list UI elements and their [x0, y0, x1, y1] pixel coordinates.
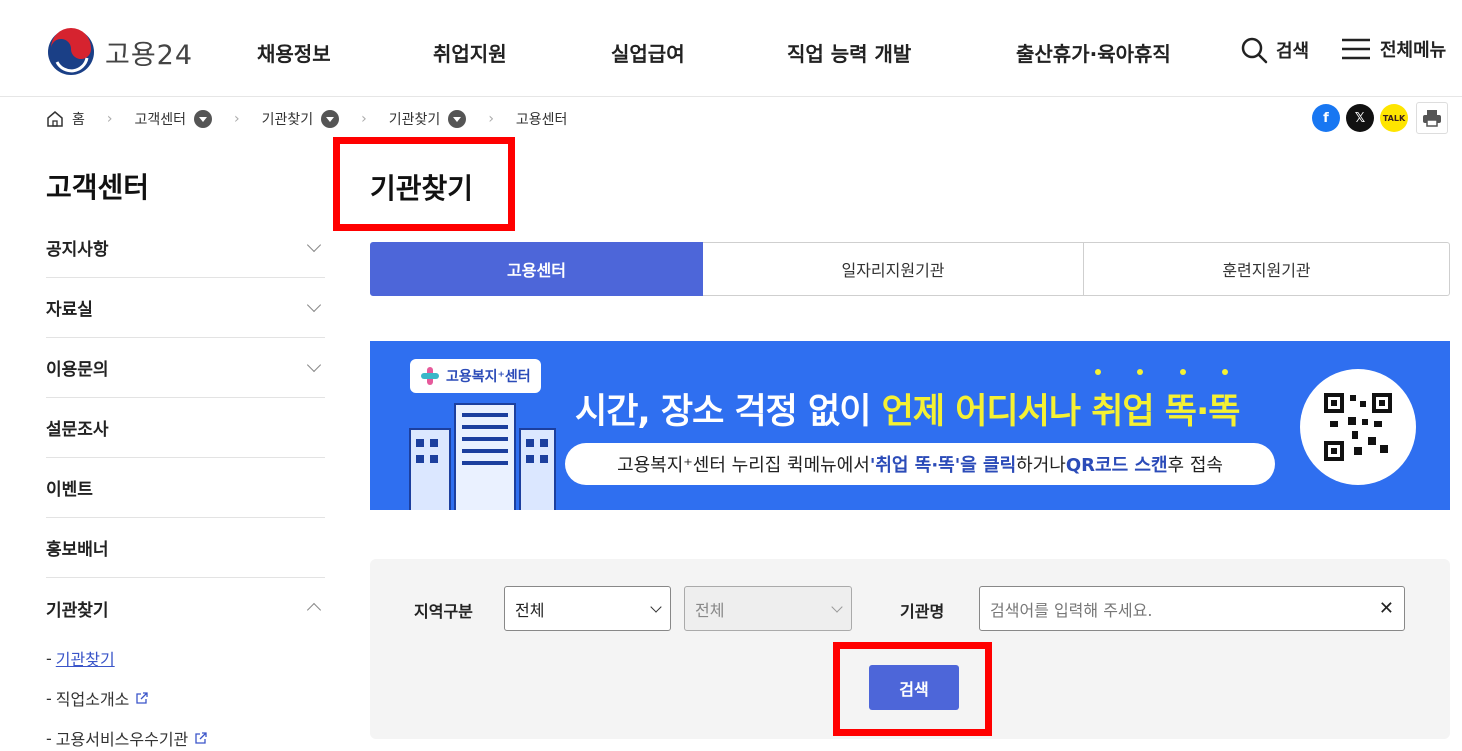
banner-headline: 시간, 장소 걱정 없이 언제 어디서나 취업 똑·똑	[575, 392, 1240, 432]
breadcrumb-item-1[interactable]: 고객센터	[135, 109, 213, 129]
banner-dot	[1095, 369, 1101, 375]
chevron-right-icon: ›	[106, 111, 113, 127]
banner-dot	[1180, 369, 1186, 375]
external-link-icon	[195, 731, 207, 744]
region-label: 지역구분	[414, 602, 473, 621]
sidebar-item-inquiry[interactable]: 이용문의	[46, 338, 325, 398]
chevron-down-icon	[831, 600, 843, 613]
qr-code-icon	[1300, 369, 1416, 485]
search-icon	[1241, 37, 1268, 64]
dropdown-icon[interactable]	[194, 110, 213, 128]
facebook-share-icon[interactable]: f	[1312, 104, 1340, 132]
chevron-down-icon	[306, 297, 322, 312]
kakaotalk-share-icon[interactable]: TALK	[1380, 104, 1408, 132]
dropdown-icon[interactable]	[448, 110, 467, 128]
sidebar-item-find-agency[interactable]: 기관찾기	[46, 578, 325, 638]
chevron-right-icon: ›	[361, 111, 367, 127]
agency-name-label: 기관명	[900, 602, 945, 621]
banner-subline: 고용복지⁺센터 누리집 퀵메뉴에서 '취업 똑·똑'을 클릭 하거나 QR코드 스…	[565, 443, 1275, 485]
print-icon[interactable]	[1416, 102, 1448, 134]
qr-pattern-icon	[1324, 393, 1392, 461]
hamburger-icon	[1342, 38, 1370, 60]
breadcrumb-item-3[interactable]: 기관찾기	[389, 109, 467, 129]
chevron-up-icon	[306, 602, 322, 618]
highlight-box-search	[833, 642, 992, 736]
sidebar-item-archive[interactable]: 자료실	[46, 278, 325, 338]
header-search-button[interactable]: 검색	[1240, 36, 1309, 64]
sidebar-menu: 공지사항 자료실 이용문의 설문조사 이벤트 홍보배너 기관찾기 - 기관찾기 -…	[46, 218, 325, 751]
breadcrumb-item-2[interactable]: 기관찾기	[262, 109, 340, 129]
logo[interactable]: 고용24	[47, 28, 193, 76]
sidebar-title: 고객센터	[46, 171, 150, 204]
chevron-down-icon	[650, 600, 662, 613]
nav-item-unemployment-benefit[interactable]: 실업급여	[611, 38, 685, 67]
building-illustration-icon	[409, 403, 556, 510]
banner-dot	[1137, 369, 1143, 375]
breadcrumb-home[interactable]: 홈	[46, 109, 85, 129]
cross-logo-icon	[421, 367, 439, 385]
subregion-select: 전체	[684, 586, 852, 631]
sidebar-subitem-excellent-agency[interactable]: - 고용서비스우수기관	[46, 718, 325, 751]
sidebar-subitem-find-agency[interactable]: - 기관찾기	[46, 638, 325, 678]
chevron-down-icon	[306, 357, 322, 372]
menu-label: 전체메뉴	[1380, 40, 1447, 61]
highlight-box-title	[333, 137, 515, 231]
banner-badge: 고용복지⁺센터	[410, 359, 541, 393]
external-link-icon	[136, 691, 149, 704]
x-share-icon[interactable]: 𝕏	[1346, 104, 1374, 132]
sidebar-item-survey[interactable]: 설문조사	[46, 398, 325, 458]
nav-item-jobs[interactable]: 채용정보	[257, 38, 331, 67]
home-icon	[47, 111, 63, 127]
nav-item-parental-leave[interactable]: 출산휴가·육아휴직	[1016, 38, 1171, 67]
promo-banner[interactable]: 고용복지⁺센터 시간, 장소 걱정 없이 언제 어디서나 취업 똑·똑 고용복지…	[370, 341, 1450, 510]
agency-name-input[interactable]: 검색어를 입력해 주세요. ✕	[979, 586, 1405, 631]
chevron-right-icon: ›	[488, 111, 494, 127]
all-menu-button[interactable]: 전체메뉴	[1340, 36, 1446, 62]
tab-job-support-agency[interactable]: 일자리지원기관	[703, 242, 1084, 296]
breadcrumb: 홈 › 고객센터 › 기관찾기 › 기관찾기 › 고용센터	[46, 108, 567, 130]
region-select[interactable]: 전체	[504, 586, 671, 631]
breadcrumb-current: 고용센터	[515, 112, 568, 128]
dropdown-icon[interactable]	[321, 110, 340, 128]
clear-icon[interactable]: ✕	[1379, 598, 1394, 619]
nav-item-job-training[interactable]: 직업 능력 개발	[787, 38, 911, 67]
sidebar-item-banner[interactable]: 홍보배너	[46, 518, 325, 578]
chevron-right-icon: ›	[234, 111, 240, 127]
tab-training-agency[interactable]: 훈련지원기관	[1084, 242, 1450, 296]
taegeuk-logo-icon	[48, 28, 94, 75]
sidebar-subitem-job-agency[interactable]: - 직업소개소	[46, 678, 325, 718]
printer-icon	[1423, 110, 1441, 127]
sidebar-item-notice[interactable]: 공지사항	[46, 218, 325, 278]
nav-item-employment-support[interactable]: 취업지원	[433, 38, 507, 67]
search-label: 검색	[1276, 41, 1310, 62]
tab-employment-center[interactable]: 고용센터	[370, 242, 703, 296]
sidebar-item-event[interactable]: 이벤트	[46, 458, 325, 518]
chevron-down-icon	[306, 237, 322, 252]
banner-dot	[1222, 369, 1228, 375]
site-header: 고용24 채용정보 취업지원 실업급여 직업 능력 개발 출산휴가·육아휴직 검…	[0, 0, 1462, 97]
agency-tabs: 고용센터 일자리지원기관 훈련지원기관	[370, 242, 1450, 296]
logo-text: 고용24	[105, 39, 194, 71]
